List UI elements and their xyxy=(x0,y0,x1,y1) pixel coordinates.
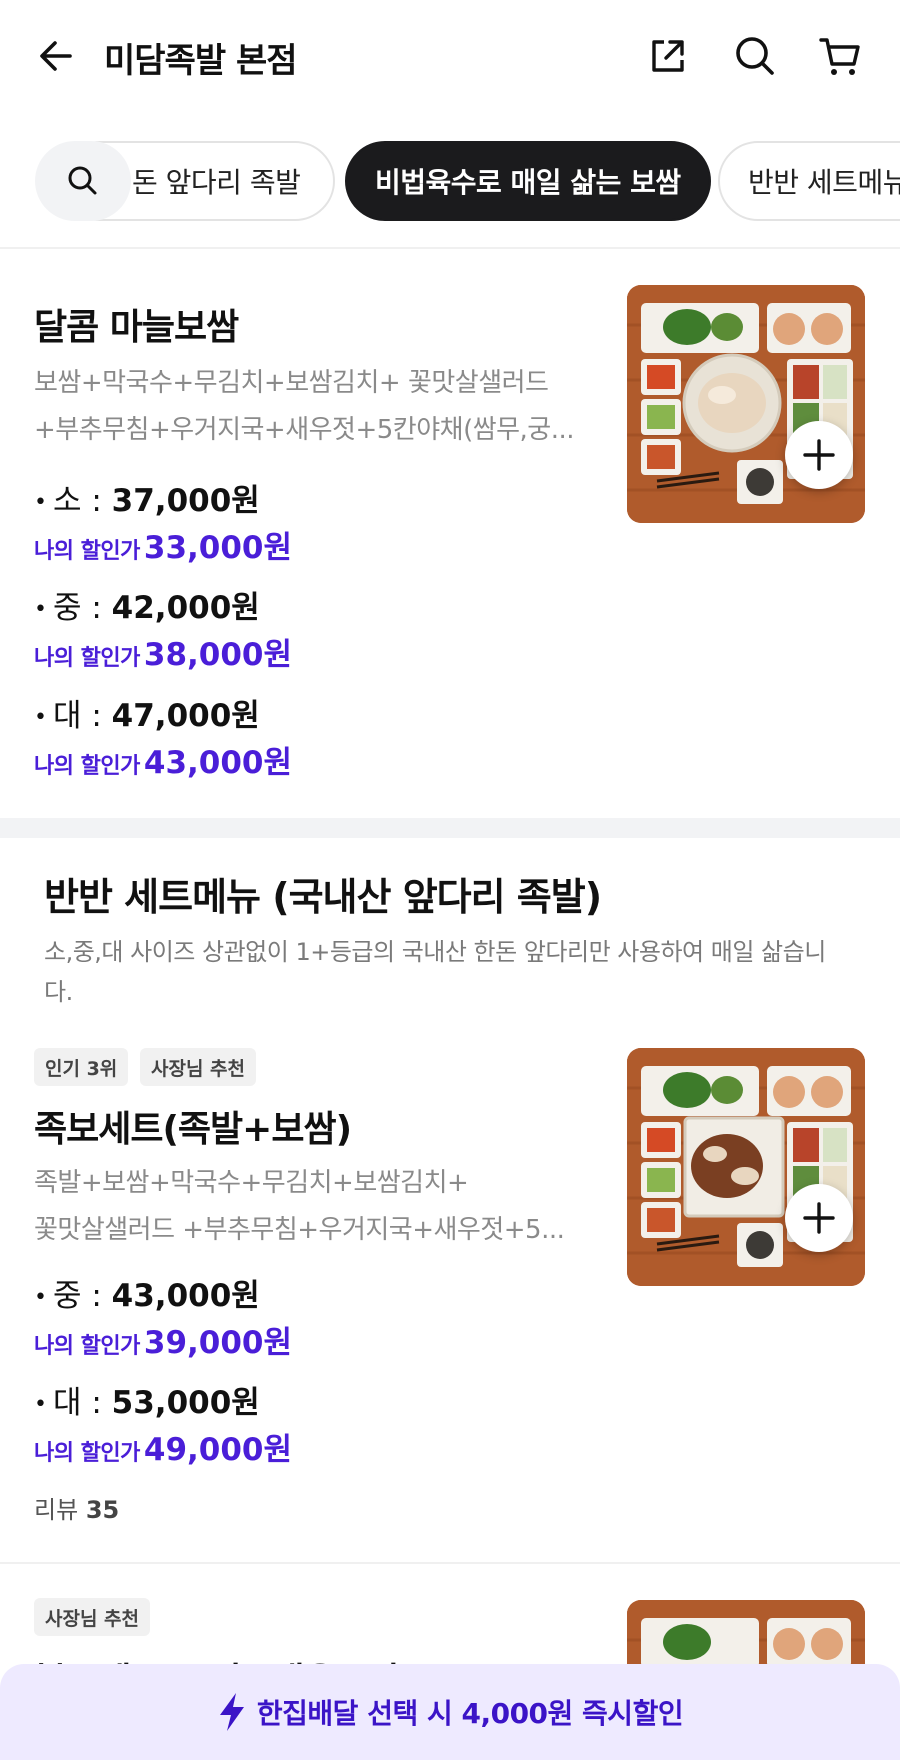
menu-item-photo[interactable] xyxy=(627,1048,865,1286)
review-number: 35 xyxy=(85,1496,120,1524)
divider xyxy=(0,1562,900,1564)
discount-label: 나의 할인가 xyxy=(34,539,140,564)
price-option: • 중 : 42,000원 xyxy=(34,590,260,626)
lightning-icon xyxy=(219,1693,244,1731)
menu-item-description: 보쌈+막국수+무김치+보쌈김치+ 꽃맛살샐러드 +부추무침+우거지국+새우젓+5… xyxy=(34,360,594,454)
review-label: 리뷰 xyxy=(34,1496,79,1524)
owner-pick-badge: 사장님 추천 xyxy=(140,1048,257,1086)
tab-bossam[interactable]: 비법육수로 매일 삶는 보쌈 xyxy=(345,141,711,221)
owner-pick-badge: 사장님 추천 xyxy=(34,1598,151,1636)
plus-icon xyxy=(803,439,835,471)
tab-label: 비법육수로 매일 삶는 보쌈 xyxy=(375,166,681,199)
size-label: 중 : xyxy=(52,1278,112,1314)
price-option: • 대 : 53,000원 xyxy=(34,1385,260,1421)
review-count[interactable]: 리뷰 35 xyxy=(34,1490,119,1525)
section-divider xyxy=(0,818,900,838)
discount-price: 나의 할인가 49,000원 xyxy=(34,1424,292,1469)
tab-search-button[interactable] xyxy=(35,141,131,221)
price-value: 43,000원 xyxy=(111,1278,260,1314)
plus-icon xyxy=(803,1202,835,1234)
banner-text: 한집배달 선택 시 4,000원 즉시할인 xyxy=(256,1697,684,1730)
category-tabs: 돈 앞다리 족발 비법육수로 매일 삶는 보쌈 반반 세트메뉴 xyxy=(0,138,900,224)
share-icon[interactable] xyxy=(644,32,692,80)
discount-value: 49,000원 xyxy=(143,1432,293,1468)
instant-discount-banner[interactable]: 한집배달 선택 시 4,000원 즉시할인 xyxy=(0,1664,900,1760)
discount-value: 43,000원 xyxy=(143,745,293,781)
cart-icon[interactable] xyxy=(816,32,864,80)
price-value: 42,000원 xyxy=(111,590,260,626)
description-line: 보쌈+막국수+무김치+보쌈김치+ 꽃맛살샐러드 xyxy=(34,368,549,398)
popularity-badge: 인기 3위 xyxy=(34,1048,129,1086)
price-option: • 소 : 37,000원 xyxy=(34,483,260,519)
size-label: 소 : xyxy=(52,483,112,519)
description-line: 족발+보쌈+막국수+무김치+보쌈김치+ xyxy=(34,1168,469,1198)
app-header: 미담족발 본점 xyxy=(0,0,900,118)
tab-label: 돈 앞다리 족발 xyxy=(132,166,301,199)
discount-price: 나의 할인가 33,000원 xyxy=(34,522,292,567)
discount-price: 나의 할인가 43,000원 xyxy=(34,737,292,782)
price-option: • 중 : 43,000원 xyxy=(34,1278,260,1314)
back-arrow-icon[interactable] xyxy=(34,34,78,78)
description-line: 꽃맛살샐러드 +부추무침+우거지국+새우젓+5... xyxy=(34,1215,565,1245)
price-value: 53,000원 xyxy=(111,1385,260,1421)
divider xyxy=(0,247,900,249)
tab-set-menu[interactable]: 반반 세트메뉴 xyxy=(718,141,900,221)
discount-value: 39,000원 xyxy=(143,1325,293,1361)
price-value: 37,000원 xyxy=(111,483,260,519)
tab-label: 반반 세트메뉴 xyxy=(748,166,900,199)
description-line: +부추무침+우거지국+새우젓+5칸야채(쌈무,궁... xyxy=(34,415,575,445)
discount-label: 나의 할인가 xyxy=(34,1441,140,1466)
menu-item-description: 족발+보쌈+막국수+무김치+보쌈김치+ 꽃맛살샐러드 +부추무침+우거지국+새우… xyxy=(34,1160,594,1254)
discount-price: 나의 할인가 38,000원 xyxy=(34,629,292,674)
discount-label: 나의 할인가 xyxy=(34,646,140,671)
size-label: 대 : xyxy=(52,698,112,734)
menu-item-name[interactable]: 달콤 마늘보쌈 xyxy=(34,298,239,350)
add-to-cart-button[interactable] xyxy=(785,1184,853,1252)
size-label: 대 : xyxy=(52,1385,112,1421)
store-title: 미담족발 본점 xyxy=(104,41,298,81)
menu-item-name[interactable]: 족보세트(족발+보쌈) xyxy=(34,1100,352,1152)
discount-value: 38,000원 xyxy=(143,637,293,673)
price-option: • 대 : 47,000원 xyxy=(34,698,260,734)
discount-value: 33,000원 xyxy=(143,530,293,566)
size-label: 중 : xyxy=(52,590,112,626)
search-icon[interactable] xyxy=(731,32,779,80)
section-description: 소,중,대 사이즈 상관없이 1+등급의 국내산 한돈 앞다리만 사용하여 매일… xyxy=(44,938,826,1006)
section-title: 반반 세트메뉴 (국내산 앞다리 족발) xyxy=(44,875,602,919)
discount-label: 나의 할인가 xyxy=(34,1334,140,1359)
price-value: 47,000원 xyxy=(111,698,260,734)
search-icon xyxy=(68,166,97,195)
discount-price: 나의 할인가 39,000원 xyxy=(34,1317,292,1362)
discount-label: 나의 할인가 xyxy=(34,754,140,779)
add-to-cart-button[interactable] xyxy=(785,421,853,489)
menu-item-photo[interactable] xyxy=(627,285,865,523)
